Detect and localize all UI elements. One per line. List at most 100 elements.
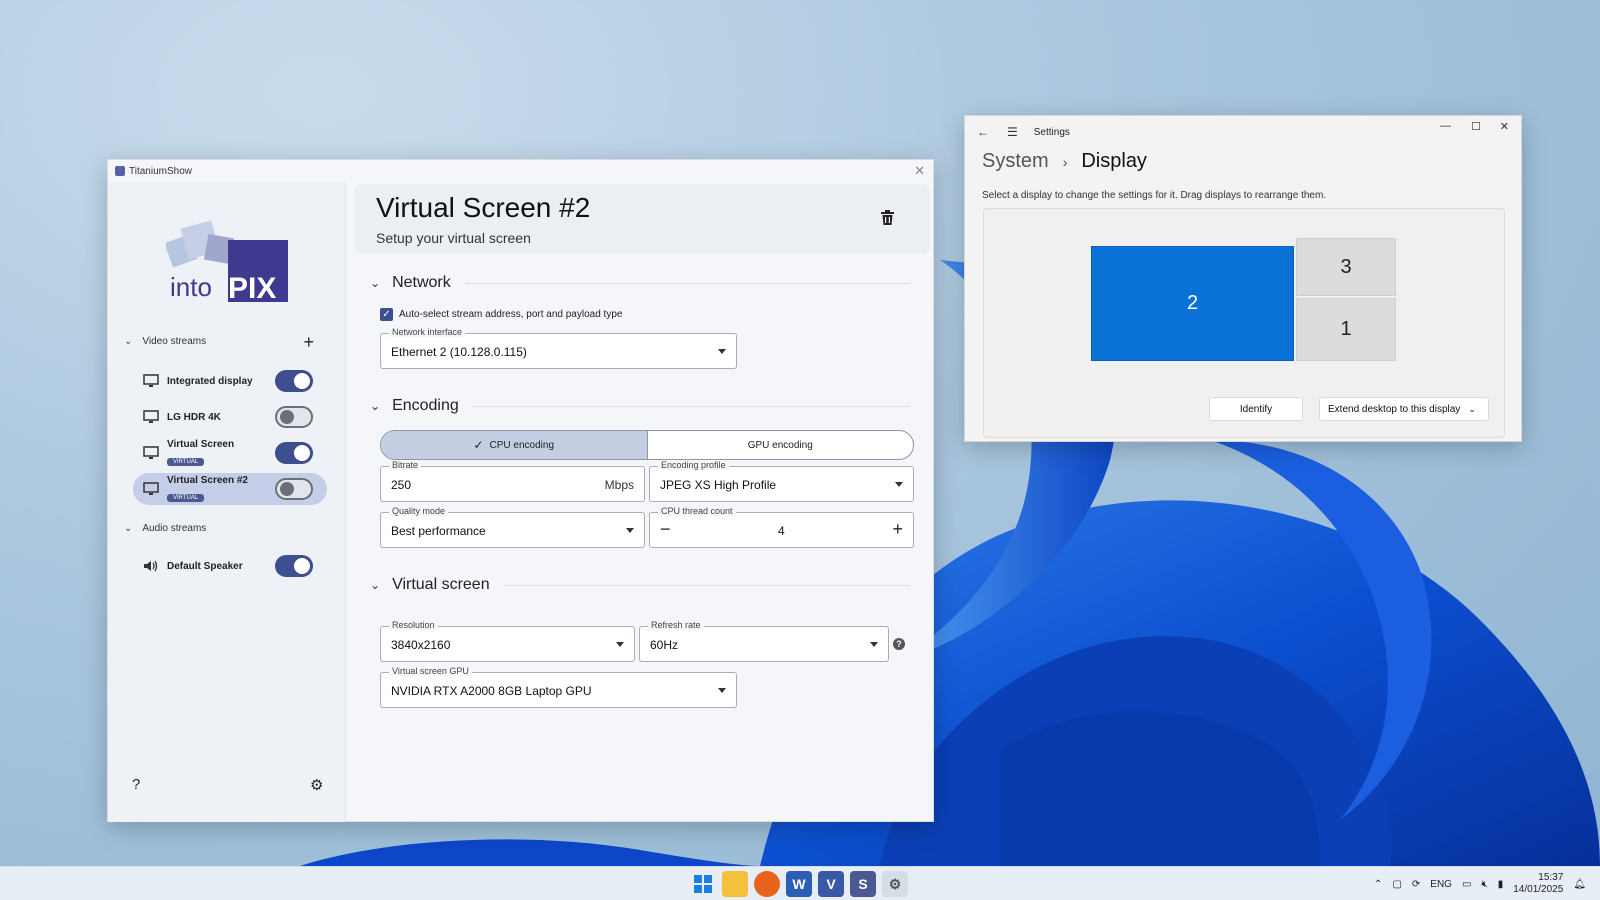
bitrate-unit: Mbps — [604, 478, 634, 492]
network-interface-label: Network interface — [389, 327, 466, 337]
resolution-select[interactable]: Resolution 3840x2160 — [380, 620, 635, 662]
resolution-label: Resolution — [389, 620, 438, 630]
divider — [503, 584, 910, 586]
sidebar-item-label: Virtual Screen — [167, 438, 235, 450]
encoding-section-label: Encoding — [392, 397, 459, 414]
add-stream-button[interactable]: + — [303, 333, 314, 351]
app-titlebar: TitaniumShow ✕ — [108, 160, 933, 182]
clock-date: 14/01/2025 — [1513, 884, 1564, 895]
page-header: Virtual Screen #2 Setup your virtual scr… — [354, 184, 930, 254]
extend-desktop-dropdown[interactable]: Extend desktop to this display ⌄ — [1319, 397, 1489, 421]
close-icon[interactable]: ✕ — [914, 163, 925, 179]
network-section-header[interactable]: ⌄ Network — [370, 274, 910, 292]
sidebar-item-label: Virtual Screen #2 — [167, 474, 248, 486]
chevron-down-icon[interactable]: ⌄ — [370, 276, 380, 290]
display-tray-icon[interactable]: ▭ — [1462, 879, 1471, 890]
monitor-2[interactable]: 2 — [1091, 246, 1294, 361]
check-icon: ✓ — [473, 438, 484, 452]
titaniumshow-window: TitaniumShow ✕ into PIX ⌄ Video streams … — [107, 159, 934, 822]
gear-icon[interactable]: ⚙ — [310, 776, 323, 794]
sidebar-item-lg-hdr-4k[interactable]: LG HDR 4K — [133, 401, 327, 433]
visio-icon[interactable]: V — [818, 871, 844, 897]
network-section-label: Network — [392, 274, 451, 291]
virtual-badge: VIRTUAL — [167, 493, 205, 502]
page-title: Virtual Screen #2 — [376, 192, 591, 223]
encoding-profile-label: Encoding profile — [658, 460, 729, 470]
virtual-screen-section-header[interactable]: ⌄ Virtual screen — [370, 576, 910, 594]
file-explorer-icon[interactable] — [722, 871, 748, 897]
sync-tray-icon[interactable]: ⟳ — [1412, 879, 1420, 890]
video-streams-label: Video streams — [142, 336, 207, 347]
sidebar-item-virtual-screen-2[interactable]: Virtual Screen #2 VIRTUAL — [133, 473, 327, 505]
audio-streams-header[interactable]: ⌄ Audio streams — [124, 523, 314, 534]
notification-bell-icon[interactable]: 🔔︎ — [1573, 879, 1586, 890]
minimize-icon[interactable]: — — [1440, 120, 1451, 132]
chevron-down-icon[interactable]: ⌄ — [370, 399, 380, 413]
encoding-section-header[interactable]: ⌄ Encoding — [370, 397, 910, 415]
monitor-icon — [143, 446, 159, 460]
logo-text-pix: PIX — [228, 272, 276, 304]
integrated-display-toggle[interactable] — [275, 370, 313, 392]
breadcrumb: System › Display — [982, 150, 1147, 173]
settings-gear-icon[interactable]: ⚙ — [882, 871, 908, 897]
video-streams-header[interactable]: ⌄ Video streams + — [124, 333, 314, 351]
monitor-icon — [143, 374, 159, 388]
speaker-icon — [143, 559, 159, 573]
trash-icon[interactable] — [881, 210, 894, 230]
chevron-down-icon: ⌄ — [1468, 403, 1476, 414]
display-description: Select a display to change the settings … — [982, 190, 1327, 201]
lg-hdr-4k-toggle[interactable] — [275, 406, 313, 428]
gpu-encoding-button[interactable]: GPU encoding — [648, 431, 914, 459]
virtual-screen-gpu-select[interactable]: Virtual screen GPU NVIDIA RTX A2000 8GB … — [380, 666, 737, 708]
cpu-encoding-button[interactable]: ✓ CPU encoding — [381, 431, 648, 459]
virtual-screen-toggle[interactable] — [275, 442, 313, 464]
word-icon[interactable]: W — [786, 871, 812, 897]
clock[interactable]: 15:37 14/01/2025 — [1513, 872, 1563, 896]
monitor-3[interactable]: 3 — [1296, 238, 1396, 296]
display-arrangement-panel: 2 3 1 Identify Extend desktop to this di… — [983, 208, 1505, 438]
battery-icon[interactable]: ▮ — [1498, 879, 1504, 890]
identify-button[interactable]: Identify — [1209, 397, 1303, 421]
increment-button[interactable]: + — [892, 519, 903, 540]
monitor-icon — [143, 410, 159, 424]
virtual-screen-section-label: Virtual screen — [392, 576, 490, 593]
settings-window: ← ☰ Settings — ☐ ✕ System › Display Sele… — [964, 115, 1522, 442]
intopix-logo: into PIX — [164, 220, 290, 305]
refresh-rate-select[interactable]: Refresh rate 60Hz — [639, 620, 889, 662]
network-interface-value: Ethernet 2 (10.128.0.115) — [391, 345, 527, 359]
hamburger-menu-icon[interactable]: ☰ — [1007, 125, 1018, 139]
titaniumshow-taskbar-icon[interactable]: S — [850, 871, 876, 897]
close-icon[interactable]: ✕ — [1500, 120, 1509, 133]
sidebar-item-virtual-screen[interactable]: Virtual Screen VIRTUAL — [133, 437, 327, 469]
encoding-profile-select[interactable]: Encoding profile JPEG XS High Profile — [649, 460, 914, 502]
cpu-thread-stepper[interactable]: CPU thread count − 4 + — [649, 506, 914, 548]
chevron-down-icon[interactable]: ⌄ — [124, 523, 132, 534]
maximize-icon[interactable]: ☐ — [1471, 120, 1481, 133]
auto-select-checkbox-row[interactable]: ✓ Auto-select stream address, port and p… — [380, 308, 622, 321]
network-interface-select[interactable]: Network interface Ethernet 2 (10.128.0.1… — [380, 327, 737, 369]
sidebar-item-default-speaker[interactable]: Default Speaker — [133, 550, 327, 582]
network-tray-icon[interactable]: ▢ — [1392, 879, 1401, 890]
virtual-screen-2-toggle[interactable] — [275, 478, 313, 500]
language-indicator[interactable]: ENG — [1430, 879, 1452, 890]
audio-streams-label: Audio streams — [142, 523, 207, 534]
volume-muted-icon[interactable]: 🔇︎ — [1481, 879, 1487, 890]
back-arrow-icon[interactable]: ← — [977, 125, 989, 139]
refresh-rate-value: 60Hz — [650, 638, 679, 652]
bitrate-input[interactable]: Bitrate 250 Mbps — [380, 460, 645, 502]
help-circle-icon[interactable]: ? — [893, 638, 905, 650]
default-speaker-toggle[interactable] — [275, 555, 313, 577]
chevron-up-icon[interactable]: ⌃ — [1374, 879, 1382, 890]
start-windows-icon[interactable] — [690, 871, 716, 897]
chevron-down-icon[interactable]: ⌄ — [124, 336, 132, 347]
auto-select-checkbox[interactable]: ✓ — [380, 308, 393, 321]
decrement-button[interactable]: − — [660, 519, 671, 540]
firefox-icon[interactable] — [754, 871, 780, 897]
help-icon[interactable]: ? — [132, 776, 140, 793]
quality-mode-select[interactable]: Quality mode Best performance — [380, 506, 645, 548]
sidebar-item-integrated-display[interactable]: Integrated display — [133, 365, 327, 397]
monitor-1[interactable]: 1 — [1296, 298, 1396, 361]
sidebar: into PIX ⌄ Video streams + Integrated di… — [108, 182, 346, 822]
chevron-down-icon[interactable]: ⌄ — [370, 578, 380, 592]
breadcrumb-system[interactable]: System — [982, 150, 1049, 173]
